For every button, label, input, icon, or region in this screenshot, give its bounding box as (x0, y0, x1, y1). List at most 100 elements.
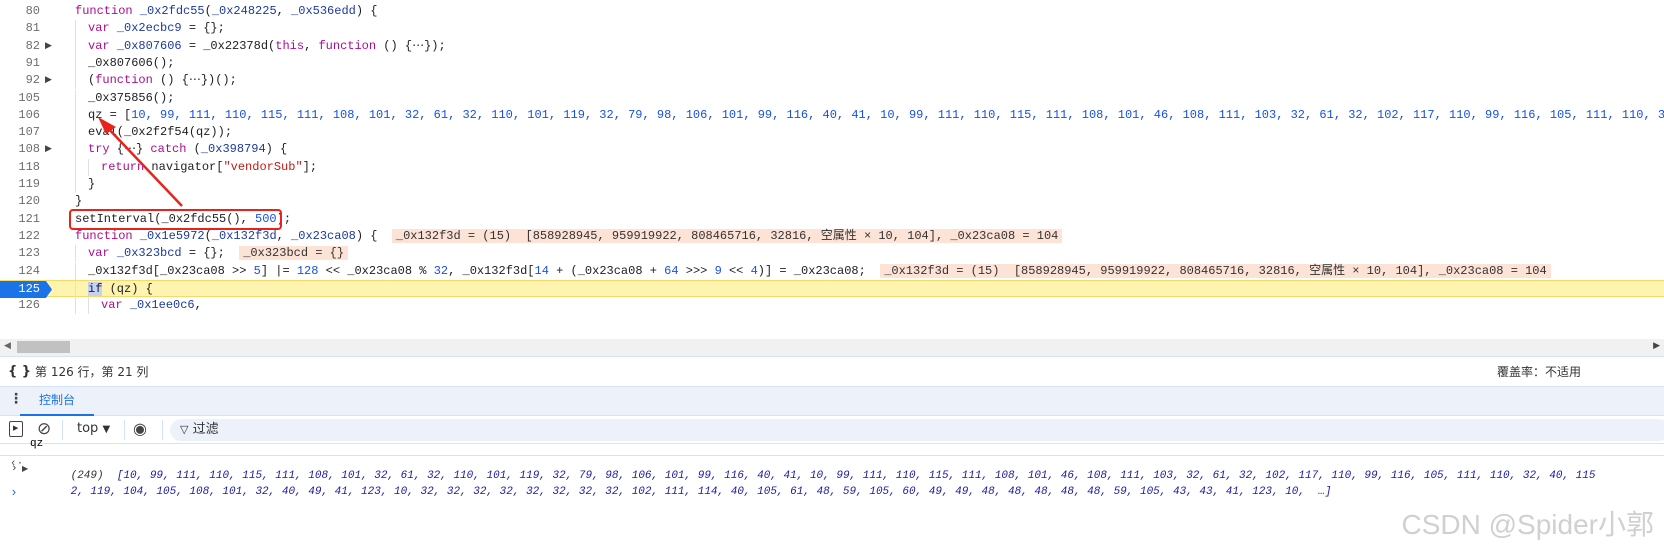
indent-guide (88, 158, 89, 176)
code-line[interactable]: 92 ▶ (function () {⋯})(); (0, 72, 1664, 90)
indent-guide (75, 280, 76, 299)
code-token: function (95, 73, 153, 88)
code-text: var _0x2ecbc9 = {}; (88, 20, 225, 37)
code-token: , (276, 228, 292, 243)
line-number[interactable]: 105 (0, 90, 40, 107)
code-token: var (88, 21, 117, 36)
code-token: = {}; (181, 246, 240, 261)
coverage-status[interactable]: 覆盖率：不适用 (1497, 357, 1581, 387)
code-token: _0x375856(); (88, 90, 175, 105)
code-token: 4 (750, 263, 758, 278)
code-line[interactable]: 82 ▶ var _0x807606 = _0x22378d(this, funct… (0, 37, 1664, 55)
code-token: _0x807606(); (88, 55, 175, 70)
code-token: function (75, 228, 140, 243)
code-token: () {⋯}); (376, 38, 446, 53)
line-number[interactable]: 92 (0, 72, 40, 89)
code-line[interactable]: 121 setInterval(_0x2fdc55(), 500); (0, 211, 1664, 228)
code-line[interactable]: 119} (0, 176, 1664, 194)
code-token: {⋯} (109, 142, 151, 157)
code-token: << _0x23ca08 % (318, 263, 434, 278)
code-token: _0x807606 (116, 38, 182, 53)
code-line[interactable]: 125 if (qz) { (0, 279, 1664, 299)
code-line[interactable]: 107 eval(_0x2f2f54(qz)); (0, 124, 1664, 142)
code-token: _0x1ee0c6 (129, 298, 195, 313)
code-line[interactable]: 123 var _0x323bcd = {}; _0x323bcd = {} (0, 245, 1664, 263)
code-token: eval(_0x2f2f54(qz)); (88, 125, 233, 140)
code-token: 5 (253, 263, 261, 278)
code-token: } (75, 194, 83, 209)
drawer-tabbar: ⋮ 控制台 (0, 386, 1664, 416)
line-number[interactable]: 118 (0, 159, 40, 176)
code-token: () {⋯})(); (152, 73, 237, 88)
source-editor[interactable]: 80 function _0x2fdc55(_0x248225, _0x536ed… (0, 3, 1664, 339)
indent-guide (75, 20, 76, 38)
code-token: if (88, 281, 103, 296)
array-preview-line[interactable]: 2, 119, 104, 105, 108, 101, 32, 40, 49, … (71, 486, 1332, 498)
code-token: , _0x132f3d[ (448, 263, 535, 278)
code-token: 500 (255, 211, 277, 226)
pretty-print-icon[interactable]: { } (8, 357, 31, 387)
code-text: var _0x807606 = _0x22378d(this, function… (88, 38, 446, 55)
code-token: "vendorSub" (223, 159, 303, 174)
fold-toggle-icon[interactable]: ▶ (45, 72, 52, 89)
fold-toggle-icon[interactable]: ▶ (45, 38, 52, 55)
code-token: catch (150, 142, 187, 157)
code-line[interactable]: 108 ▶ try {⋯} catch (_0x398794) { (0, 141, 1664, 159)
code-token: 14 (534, 263, 549, 278)
line-number[interactable]: 126 (0, 297, 40, 314)
indent-guide (75, 89, 76, 107)
horizontal-scrollbar[interactable]: ◀ ▶ (0, 339, 1664, 356)
scroll-right-icon[interactable]: ▶ (1653, 341, 1660, 351)
scrollbar-thumb[interactable] (17, 341, 70, 353)
line-number[interactable]: 82 (0, 38, 40, 55)
code-line[interactable]: 91 _0x807606(); (0, 54, 1664, 73)
code-line[interactable]: 122 function _0x1e5972(_0x132f3d, _0x23ca… (0, 228, 1664, 245)
code-token: _0x536edd (291, 4, 356, 18)
line-number[interactable]: 80 (0, 3, 40, 20)
code-token: qz = [ (88, 107, 132, 122)
code-text: } (88, 176, 95, 193)
fold-toggle-icon[interactable]: ▶ (45, 141, 52, 158)
indent-guide (75, 106, 76, 125)
code-token: >>> (678, 263, 715, 278)
line-number[interactable]: 125 (0, 280, 52, 299)
scroll-left-icon[interactable]: ◀ (4, 341, 11, 351)
line-number[interactable]: 91 (0, 55, 40, 72)
code-line[interactable]: 81 var _0x2ecbc9 = {}; (0, 20, 1664, 38)
code-text: (function () {⋯})(); (88, 72, 237, 89)
console-command: › qz (0, 430, 1664, 475)
line-number[interactable]: 119 (0, 176, 40, 193)
code-line[interactable]: 120} (0, 193, 1664, 210)
code-text: setInterval(_0x2fdc55(), 500); (75, 211, 291, 228)
watermark: CSDN @Spider小郭 (1401, 509, 1654, 540)
code-token: ) { (265, 142, 288, 157)
code-line[interactable]: 106 qz = [10, 99, 111, 110, 115, 111, 108… (0, 106, 1664, 125)
line-number[interactable]: 81 (0, 20, 40, 37)
line-number[interactable]: 108 (0, 141, 40, 158)
line-number[interactable]: 120 (0, 193, 40, 210)
code-token: var (88, 38, 117, 53)
code-token: _0x248225 (211, 4, 277, 18)
code-token: )] = _0x23ca08; (757, 263, 881, 278)
code-token: = _0x22378d( (181, 38, 276, 53)
line-number[interactable]: 122 (0, 228, 40, 245)
indent-guide (75, 141, 76, 159)
line-number[interactable]: 124 (0, 263, 40, 280)
code-line[interactable]: 124 _0x132f3d[_0x23ca08 >> 5] |= 128 << _… (0, 262, 1664, 280)
line-number[interactable]: 121 (0, 211, 40, 228)
code-line[interactable]: 126 var _0x1ee0c6, (0, 297, 1664, 315)
tab-console[interactable]: 控制台 (20, 387, 95, 416)
expand-triangle-icon[interactable]: ▶ (22, 464, 28, 474)
code-token: setInterval(_0x2fdc55(), (75, 211, 256, 226)
code-token: << (721, 263, 751, 278)
line-number[interactable]: 107 (0, 124, 40, 141)
indent-guide (75, 297, 76, 315)
code-token: function (75, 4, 140, 18)
console-prompt-icon[interactable]: › (10, 485, 18, 500)
line-number[interactable]: 106 (0, 107, 40, 124)
line-number[interactable]: 123 (0, 245, 40, 262)
code-line[interactable]: 80 function _0x2fdc55(_0x248225, _0x536ed… (0, 3, 1664, 20)
code-text: _0x375856(); (88, 90, 174, 107)
code-line[interactable]: 118 return navigator["vendorSub"]; (0, 158, 1664, 176)
code-line[interactable]: 105 _0x375856(); (0, 89, 1664, 107)
